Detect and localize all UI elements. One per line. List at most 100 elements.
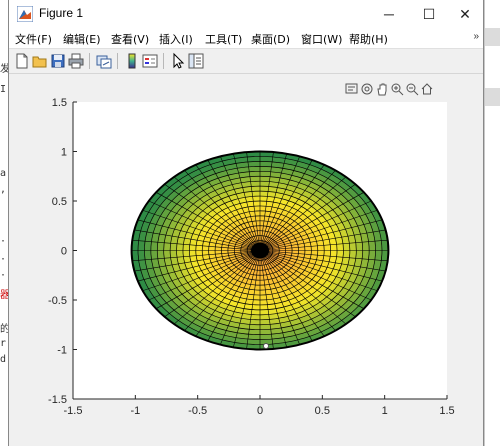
surface-cell	[260, 309, 269, 315]
surface-cell	[247, 334, 260, 340]
background-text: ·	[0, 236, 7, 247]
surface-cell	[260, 334, 273, 340]
surface-cell	[260, 166, 272, 172]
surface-cell	[260, 299, 268, 305]
background-text: ,	[0, 184, 7, 195]
x-tick-label: 0	[257, 405, 263, 417]
surface-cell	[260, 181, 270, 187]
surface-cell	[349, 242, 357, 251]
surface-cell	[349, 250, 357, 259]
plot-area[interactable]: -1.5 -1 -0.5 0 0.5 1 1.5 1.5 1 0.5 0 -0.5 -1 -1.5	[9, 0, 485, 446]
surface-cell	[260, 186, 269, 192]
y-tick-label: 1	[61, 147, 67, 159]
surface-cell	[336, 243, 344, 251]
surface-cell	[343, 250, 350, 258]
surface-cell	[260, 205, 267, 212]
surface-mesh	[130, 150, 390, 351]
surface-cell	[150, 241, 158, 251]
surface-cell	[253, 201, 260, 207]
surface-cell	[195, 245, 203, 251]
background-text: ·	[0, 254, 7, 265]
surface-cell	[195, 250, 203, 256]
y-tick-label: -1	[57, 345, 67, 357]
background-strip	[485, 88, 500, 106]
surface-cell	[374, 250, 382, 261]
surface-cell	[260, 196, 268, 202]
surface-cell	[260, 319, 271, 325]
x-tick-label: 0.5	[315, 405, 330, 417]
surface-cell	[251, 304, 260, 310]
surface-cell	[251, 309, 260, 315]
background-text: a	[0, 168, 7, 179]
background-window-right	[484, 0, 500, 446]
surface-cell	[189, 244, 197, 251]
surface-cell	[163, 242, 171, 251]
background-text: ·	[0, 270, 7, 281]
y-tick-label: 0	[61, 246, 67, 258]
surface-cell	[176, 250, 184, 258]
surface-cell	[323, 250, 331, 257]
surface-cell	[170, 243, 177, 251]
data-point-marker	[263, 343, 269, 349]
surface-cell	[157, 242, 165, 251]
surface-cell	[368, 241, 376, 251]
y-tick-label: 0.5	[52, 196, 67, 208]
surface-cell	[144, 241, 152, 251]
y-tick-label: -0.5	[48, 295, 67, 307]
surface-cell	[260, 161, 273, 167]
x-tick-label: 1.5	[439, 405, 454, 417]
surface-cell	[374, 240, 382, 251]
surface-cell	[260, 191, 269, 197]
surface-cell	[368, 250, 376, 260]
surface-cell	[144, 250, 152, 260]
surface-cell	[260, 304, 269, 310]
surface-cell	[176, 243, 184, 251]
surface-cell	[343, 243, 350, 251]
surface-cell	[317, 250, 325, 256]
surface-cell	[260, 289, 267, 296]
surface-cell	[189, 250, 197, 257]
figure-window: Figure 1 ─ ☐ ✕ 文件(F) 编辑(E) 查看(V) 插入(I) 工…	[8, 0, 484, 446]
surface-cell	[260, 324, 271, 330]
surface-cell	[355, 250, 363, 259]
surface-cell	[170, 250, 177, 258]
surface-center	[251, 242, 269, 259]
surface-cell	[249, 171, 260, 177]
surface-cell	[249, 324, 260, 330]
surface-cell	[355, 242, 363, 251]
surface-cell	[253, 294, 260, 300]
surface-cell	[330, 244, 338, 251]
background-text: I	[0, 84, 7, 95]
surface-cell	[150, 250, 158, 260]
surface-cell	[182, 250, 190, 257]
surface-cell	[362, 241, 370, 251]
y-axis: 1.5 1 0.5 0 -0.5 -1 -1.5	[48, 97, 77, 406]
surface-cell	[247, 161, 260, 167]
surface-cell	[260, 201, 267, 207]
background-text: r	[0, 338, 7, 349]
surface-cell	[362, 250, 370, 260]
surface-cell	[163, 250, 171, 259]
y-tick-label: 1.5	[52, 97, 67, 109]
x-tick-label: -1.5	[64, 405, 83, 417]
surface-cell	[252, 299, 260, 305]
x-tick-label: -1	[130, 405, 140, 417]
x-tick-label: 1	[382, 405, 388, 417]
surface-cell	[182, 244, 190, 251]
surface-cell	[248, 166, 260, 172]
surface-cell	[260, 176, 271, 182]
surface-cell	[251, 186, 260, 192]
surface-cell	[138, 240, 146, 251]
surface-cell	[253, 289, 260, 296]
x-tick-label: -0.5	[188, 405, 207, 417]
surface-cell	[253, 205, 260, 212]
surface-cell	[336, 250, 344, 258]
surface-cell	[252, 196, 260, 202]
surface-cell	[260, 314, 270, 320]
background-strip	[485, 28, 500, 46]
surface-cell	[250, 314, 260, 320]
surface-cell	[323, 244, 331, 251]
surface-cell	[260, 329, 272, 335]
surface-cell	[251, 191, 260, 197]
surface-cell	[248, 329, 260, 335]
